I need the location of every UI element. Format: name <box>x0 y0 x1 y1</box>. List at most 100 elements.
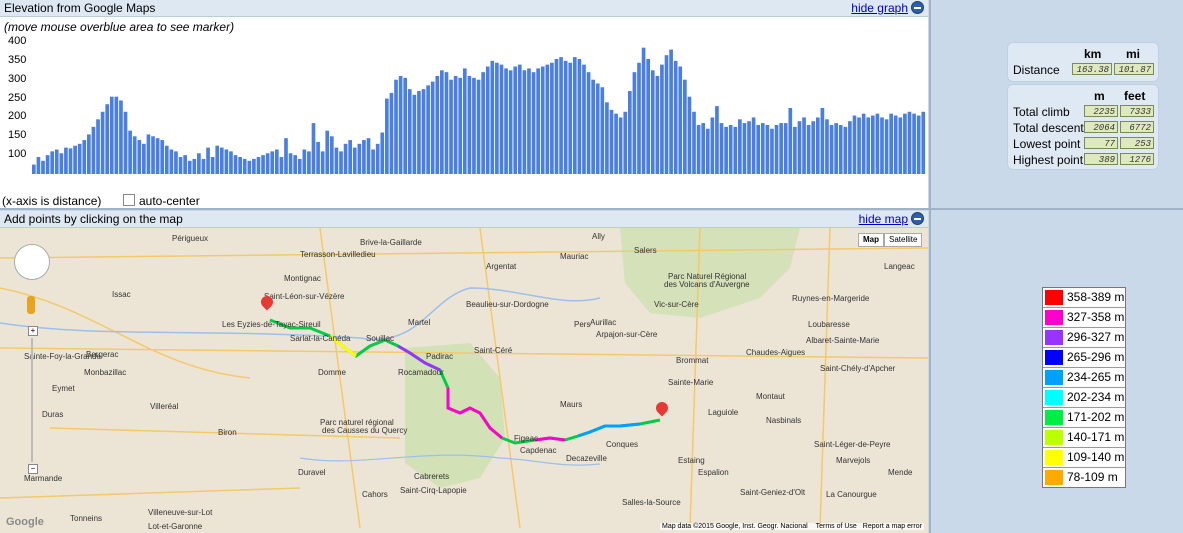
elevation-bar[interactable] <box>169 149 174 174</box>
elevation-bar[interactable] <box>774 124 779 174</box>
elevation-bar[interactable] <box>362 140 366 174</box>
elevation-bar[interactable] <box>531 72 536 174</box>
elevation-bar[interactable] <box>696 124 701 174</box>
elevation-bar[interactable] <box>921 111 926 174</box>
elevation-bar[interactable] <box>229 151 233 174</box>
elevation-bar[interactable] <box>375 143 380 174</box>
elevation-bar[interactable] <box>284 138 288 174</box>
elevation-bar[interactable] <box>600 87 605 174</box>
elevation-bar[interactable] <box>238 157 242 174</box>
elevation-bar[interactable] <box>893 115 898 174</box>
elevation-bar[interactable] <box>880 117 884 174</box>
elevation-bar[interactable] <box>623 111 628 174</box>
elevation-bar[interactable] <box>412 94 417 174</box>
elevation-bar[interactable] <box>325 130 330 174</box>
elevation-bar[interactable] <box>334 147 339 174</box>
elevation-bar[interactable] <box>252 158 256 174</box>
elevation-bar[interactable] <box>59 153 64 174</box>
auto-center-checkbox[interactable] <box>123 194 135 206</box>
elevation-bar[interactable] <box>710 117 715 174</box>
report-link[interactable]: Report a map error <box>863 523 922 530</box>
elevation-bar[interactable] <box>683 79 687 174</box>
elevation-bar[interactable] <box>811 121 816 174</box>
elevation-bar[interactable] <box>197 153 201 174</box>
elevation-bar[interactable] <box>54 149 59 174</box>
elevation-bar[interactable] <box>430 81 435 174</box>
elevation-bar[interactable] <box>889 113 893 174</box>
satellite-type-button[interactable]: Satellite <box>884 233 923 247</box>
elevation-bar[interactable] <box>825 119 829 174</box>
elevation-bar[interactable] <box>829 124 834 174</box>
elevation-bar[interactable] <box>77 143 82 174</box>
elevation-bar[interactable] <box>247 160 252 174</box>
elevation-bar[interactable] <box>550 62 554 174</box>
elevation-bar[interactable] <box>421 89 426 174</box>
elevation-bar[interactable] <box>403 77 408 174</box>
elevation-bar[interactable] <box>385 98 389 174</box>
terms-link[interactable]: Terms of Use <box>816 523 857 530</box>
elevation-bar[interactable] <box>751 117 756 174</box>
elevation-bar[interactable] <box>701 123 706 174</box>
elevation-bar[interactable] <box>87 134 91 174</box>
elevation-bar[interactable] <box>540 66 545 174</box>
elevation-bar[interactable] <box>256 157 261 174</box>
elevation-bar[interactable] <box>563 60 568 174</box>
elevation-bar[interactable] <box>848 121 852 174</box>
elevation-bar[interactable] <box>673 60 678 174</box>
elevation-bar[interactable] <box>715 106 719 174</box>
elevation-bar[interactable] <box>572 57 577 174</box>
elevation-bar[interactable] <box>316 141 320 174</box>
elevation-bar[interactable] <box>380 132 385 174</box>
elevation-bar[interactable] <box>815 117 820 174</box>
elevation-bar[interactable] <box>68 148 73 174</box>
elevation-bar[interactable] <box>265 153 270 174</box>
elevation-bar[interactable] <box>705 128 710 174</box>
elevation-bar[interactable] <box>297 158 302 174</box>
elevation-bar[interactable] <box>45 155 50 174</box>
elevation-bar[interactable] <box>357 143 362 174</box>
elevation-bar[interactable] <box>495 62 499 174</box>
elevation-bar[interactable] <box>467 75 472 174</box>
hide-graph-link[interactable]: hide graph <box>851 1 908 15</box>
elevation-bar[interactable] <box>164 145 169 174</box>
elevation-bar[interactable] <box>765 124 770 174</box>
elevation-bar[interactable] <box>838 124 843 174</box>
elevation-bar[interactable] <box>843 126 848 174</box>
elevation-bar[interactable] <box>114 96 119 174</box>
elevation-bar[interactable] <box>210 157 215 174</box>
elevation-bar[interactable] <box>733 126 738 174</box>
elevation-bar[interactable] <box>330 136 334 174</box>
elevation-bar[interactable] <box>788 108 793 174</box>
elevation-bar[interactable] <box>233 155 238 174</box>
elevation-bar[interactable] <box>770 128 774 174</box>
elevation-bar[interactable] <box>187 160 192 174</box>
elevation-bar[interactable] <box>797 121 802 174</box>
elevation-bar[interactable] <box>219 147 224 174</box>
elevation-bar[interactable] <box>586 72 591 174</box>
elevation-bar[interactable] <box>64 147 68 174</box>
map-type-button[interactable]: Map <box>858 233 884 247</box>
elevation-bar[interactable] <box>609 109 614 174</box>
elevation-bar[interactable] <box>618 117 623 174</box>
elevation-bar[interactable] <box>293 155 297 174</box>
elevation-bar[interactable] <box>664 55 669 174</box>
elevation-bar[interactable] <box>545 64 550 174</box>
elevation-bar[interactable] <box>371 149 375 174</box>
elevation-bar[interactable] <box>806 124 811 174</box>
collapse-map-icon[interactable] <box>911 212 924 225</box>
elevation-bar[interactable] <box>476 79 481 174</box>
pan-control[interactable] <box>14 244 50 280</box>
elevation-bar[interactable] <box>834 123 838 174</box>
elevation-bar[interactable] <box>394 79 398 174</box>
elevation-bar[interactable] <box>274 149 279 174</box>
elevation-bar[interactable] <box>536 68 540 174</box>
elevation-bar[interactable] <box>517 64 522 174</box>
elevation-bar[interactable] <box>426 85 430 174</box>
elevation-bar[interactable] <box>302 149 307 174</box>
elevation-bar[interactable] <box>36 157 41 174</box>
elevation-bar[interactable] <box>242 158 247 174</box>
pegman-icon[interactable] <box>27 296 35 314</box>
elevation-bar[interactable] <box>820 108 825 174</box>
elevation-bar[interactable] <box>728 124 733 174</box>
elevation-bar[interactable] <box>637 62 641 174</box>
